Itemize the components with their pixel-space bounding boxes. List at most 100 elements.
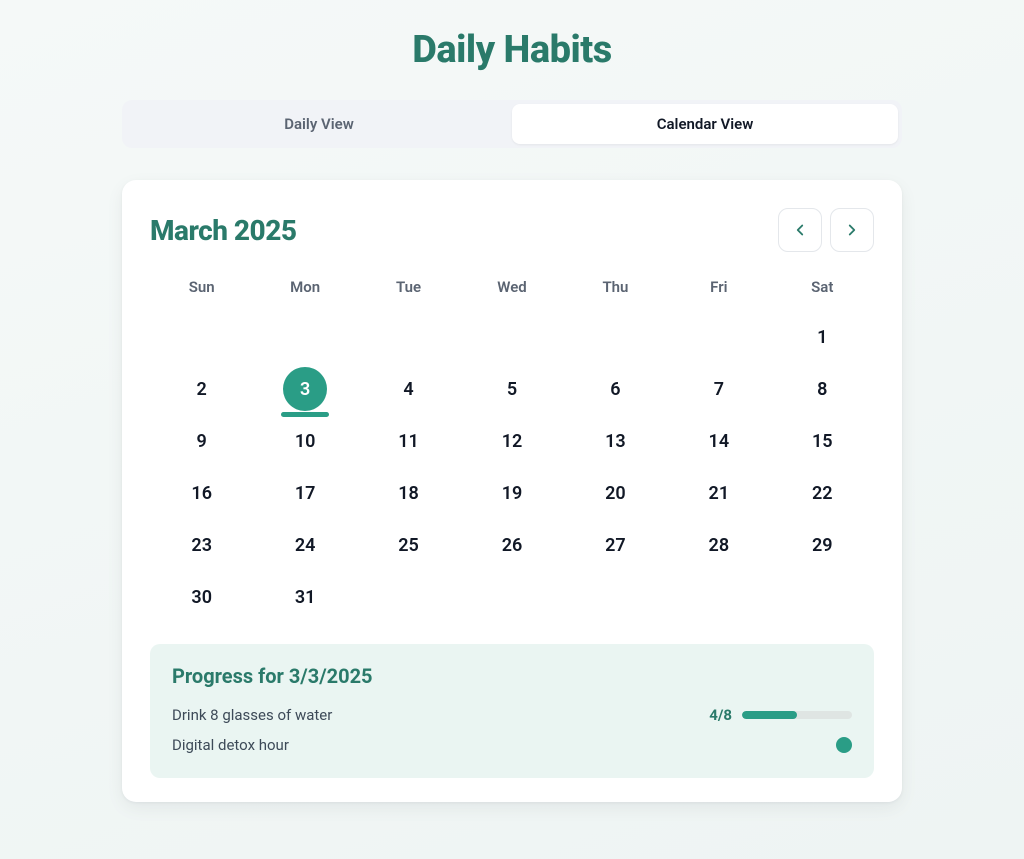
page-title: Daily Habits (122, 28, 902, 72)
calendar-day-button[interactable]: 23 (180, 523, 224, 567)
calendar-day: 16 (150, 470, 253, 516)
calendar-day-button[interactable]: 28 (697, 523, 741, 567)
calendar-day-button[interactable]: 9 (180, 419, 224, 463)
calendar-day-button[interactable]: 17 (283, 471, 327, 515)
progress-bar-fill (742, 711, 797, 719)
calendar-day-button[interactable]: 11 (387, 419, 431, 463)
calendar-card: March 2025 SunMonTueWedThuFriSat 1234567… (122, 180, 902, 802)
app-container: Daily Habits Daily View Calendar View Ma… (122, 28, 902, 802)
next-month-button[interactable] (830, 208, 874, 252)
chevron-right-icon (843, 221, 861, 239)
calendar-day-button[interactable]: 31 (283, 575, 327, 619)
calendar-blank (253, 314, 356, 360)
progress-item: Digital detox hour (172, 730, 852, 760)
calendar-day: 21 (667, 470, 770, 516)
calendar-day-button[interactable]: 27 (593, 523, 637, 567)
calendar-day: 26 (460, 522, 563, 568)
calendar-day-button[interactable]: 3 (283, 367, 327, 411)
weekday-label: Sun (150, 270, 253, 306)
calendar-day-button[interactable]: 15 (800, 419, 844, 463)
calendar-day-button[interactable]: 12 (490, 419, 534, 463)
calendar-day: 27 (564, 522, 667, 568)
calendar-day-button[interactable]: 4 (387, 367, 431, 411)
weekday-row: SunMonTueWedThuFriSat (150, 270, 874, 306)
calendar-day-button[interactable]: 22 (800, 471, 844, 515)
calendar-day: 11 (357, 418, 460, 464)
prev-month-button[interactable] (778, 208, 822, 252)
calendar-day-button[interactable]: 6 (593, 367, 637, 411)
progress-item-label: Drink 8 glasses of water (172, 706, 332, 724)
calendar-day: 14 (667, 418, 770, 464)
calendar-day-button[interactable]: 7 (697, 367, 741, 411)
calendar-day: 24 (253, 522, 356, 568)
calendar-day-button[interactable]: 24 (283, 523, 327, 567)
calendar-day-button[interactable]: 25 (387, 523, 431, 567)
tab-calendar-view[interactable]: Calendar View (512, 104, 898, 144)
calendar-day: 22 (771, 470, 874, 516)
calendar-day: 28 (667, 522, 770, 568)
calendar-blank (460, 314, 563, 360)
calendar-day: 17 (253, 470, 356, 516)
view-tabs: Daily View Calendar View (122, 100, 902, 148)
progress-item-value: 4/8 (709, 706, 852, 724)
calendar-blank (150, 314, 253, 360)
weekday-label: Mon (253, 270, 356, 306)
calendar-day-button[interactable]: 30 (180, 575, 224, 619)
progress-complete-dot (836, 737, 852, 753)
chevron-left-icon (791, 221, 809, 239)
calendar-day-button[interactable]: 18 (387, 471, 431, 515)
calendar-day: 29 (771, 522, 874, 568)
calendar-day: 4 (357, 366, 460, 412)
calendar-blank (667, 314, 770, 360)
progress-panel: Progress for 3/3/2025 Drink 8 glasses of… (150, 644, 874, 778)
weekday-label: Sat (771, 270, 874, 306)
day-grid: 1234567891011121314151617181920212223242… (150, 314, 874, 620)
calendar-day-button[interactable]: 14 (697, 419, 741, 463)
calendar-day: 5 (460, 366, 563, 412)
calendar-day-button[interactable]: 26 (490, 523, 534, 567)
progress-item: Drink 8 glasses of water 4/8 (172, 700, 852, 730)
calendar-day-button[interactable]: 13 (593, 419, 637, 463)
calendar-day: 20 (564, 470, 667, 516)
calendar-day: 8 (771, 366, 874, 412)
calendar-blank (564, 314, 667, 360)
progress-count: 4/8 (709, 706, 732, 724)
progress-bar (742, 711, 852, 719)
calendar-day: 25 (357, 522, 460, 568)
calendar-day: 12 (460, 418, 563, 464)
calendar-day-button[interactable]: 20 (593, 471, 637, 515)
tab-daily-view[interactable]: Daily View (126, 104, 512, 144)
calendar-day-button[interactable]: 29 (800, 523, 844, 567)
calendar-day-button[interactable]: 5 (490, 367, 534, 411)
calendar-day-button[interactable]: 2 (180, 367, 224, 411)
calendar-day-button[interactable]: 21 (697, 471, 741, 515)
calendar-day: 2 (150, 366, 253, 412)
calendar-day: 19 (460, 470, 563, 516)
calendar-day: 23 (150, 522, 253, 568)
progress-item-value (836, 737, 852, 753)
weekday-label: Fri (667, 270, 770, 306)
weekday-label: Wed (460, 270, 563, 306)
calendar-day: 9 (150, 418, 253, 464)
progress-heading: Progress for 3/3/2025 (172, 664, 852, 688)
calendar-day: 6 (564, 366, 667, 412)
calendar-day: 31 (253, 574, 356, 620)
calendar-day-button[interactable]: 10 (283, 419, 327, 463)
calendar-day-button[interactable]: 19 (490, 471, 534, 515)
calendar-day: 13 (564, 418, 667, 464)
calendar-header: March 2025 (150, 208, 874, 252)
calendar-day-button[interactable]: 16 (180, 471, 224, 515)
weekday-label: Tue (357, 270, 460, 306)
calendar-day: 15 (771, 418, 874, 464)
month-nav (778, 208, 874, 252)
calendar-day: 7 (667, 366, 770, 412)
calendar-day: 1 (771, 314, 874, 360)
calendar-day: 10 (253, 418, 356, 464)
progress-item-label: Digital detox hour (172, 736, 289, 754)
weekday-label: Thu (564, 270, 667, 306)
calendar-day-button[interactable]: 8 (800, 367, 844, 411)
calendar-day-button[interactable]: 1 (800, 315, 844, 359)
calendar-day: 30 (150, 574, 253, 620)
month-title: March 2025 (150, 214, 297, 247)
calendar-day: 18 (357, 470, 460, 516)
